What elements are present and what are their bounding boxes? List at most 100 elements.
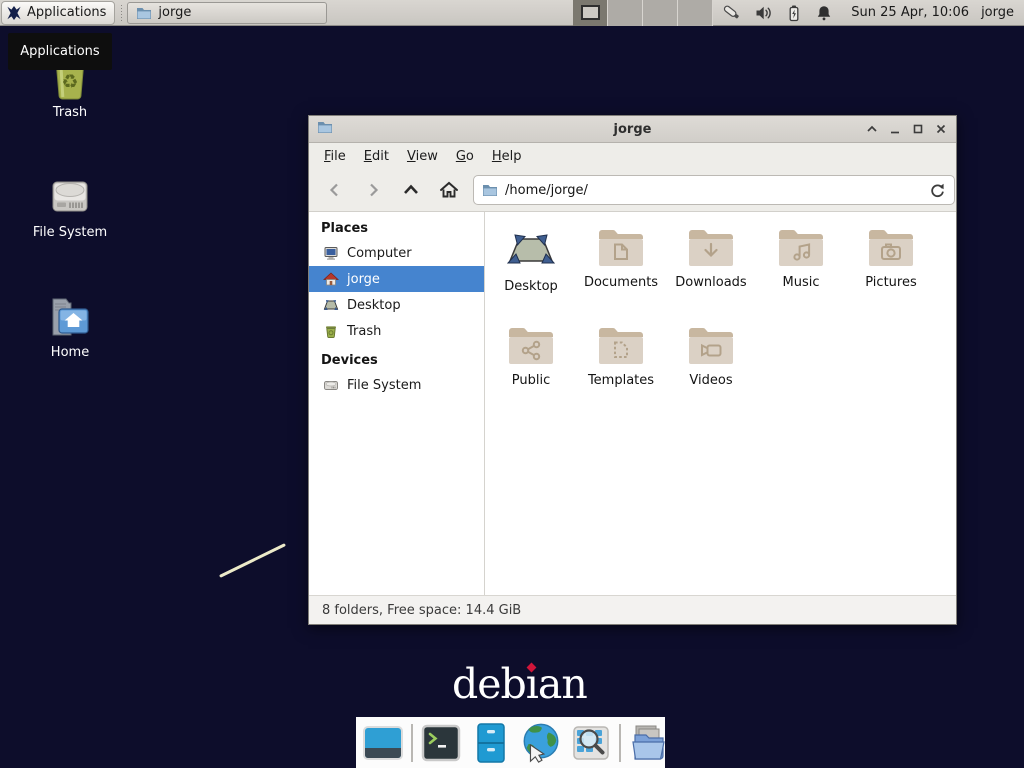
applications-menu-button[interactable]: Applications <box>1 1 115 25</box>
folder-item-videos[interactable]: Videos <box>666 322 756 420</box>
workspace-4[interactable] <box>678 0 713 26</box>
file-manager-launcher[interactable] <box>469 721 513 765</box>
debian-logo-text: an <box>538 660 587 708</box>
sidebar-item-computer[interactable]: Computer <box>309 240 484 266</box>
file-manager-window: jorge File Edit View Go Help <box>308 115 957 625</box>
menu-view[interactable]: View <box>398 146 447 167</box>
menu-go[interactable]: Go <box>447 146 483 167</box>
downloads-folder-icon <box>687 226 735 270</box>
window-title: jorge <box>309 122 956 137</box>
volume-tray-icon[interactable] <box>755 4 773 22</box>
close-button[interactable] <box>934 121 948 137</box>
menu-help[interactable]: Help <box>483 146 531 167</box>
home-folder-icon <box>46 292 94 342</box>
reload-button[interactable] <box>929 182 946 199</box>
menu-edit[interactable]: Edit <box>355 146 398 167</box>
top-panel: Applications jorge <box>0 0 1024 26</box>
devices-header: Devices <box>309 350 484 372</box>
desktop-icon-home[interactable]: Home <box>22 292 118 360</box>
applications-tooltip: Applications <box>8 33 112 70</box>
location-bar[interactable]: /home/jorge/ <box>473 175 955 205</box>
show-desktop-icon <box>361 721 405 765</box>
desktop-icon-label: Trash <box>22 105 118 120</box>
battery-tray-icon[interactable] <box>785 4 803 22</box>
folder-item-label: Documents <box>576 275 666 290</box>
desktop-icon-file-system[interactable]: File System <box>22 172 118 240</box>
show-desktop-button[interactable] <box>361 721 405 765</box>
menu-file[interactable]: File <box>315 146 355 167</box>
pen-tool-tray-icon[interactable] <box>721 3 743 23</box>
debian-logo: debıan <box>452 660 587 708</box>
folder-item-templates[interactable]: Templates <box>576 322 666 420</box>
folder-item-downloads[interactable]: Downloads <box>666 224 756 322</box>
taskbar-window-label: jorge <box>158 5 191 20</box>
status-bar: 8 folders, Free space: 14.4 GiB <box>309 595 956 624</box>
home-button[interactable] <box>435 176 463 204</box>
window-controls <box>865 121 948 137</box>
desktop-icon <box>323 297 339 313</box>
documents-folder-icon <box>597 226 645 270</box>
menu-bar: File Edit View Go Help <box>309 143 956 169</box>
file-grid: Desktop Documents <box>485 212 956 595</box>
folder-item-label: Pictures <box>846 275 936 290</box>
location-path[interactable]: /home/jorge/ <box>505 183 929 198</box>
folder-icon <box>482 182 498 198</box>
status-text: 8 folders, Free space: 14.4 GiB <box>322 603 521 618</box>
computer-icon <box>323 245 339 261</box>
folder-item-public[interactable]: Public <box>486 322 576 420</box>
folder-item-label: Templates <box>576 373 666 388</box>
folder-item-label: Public <box>486 373 576 388</box>
notifications-bell-tray-icon[interactable] <box>815 4 833 22</box>
sidebar-item-jorge[interactable]: jorge <box>309 266 484 292</box>
sidebar-item-label: jorge <box>347 272 380 287</box>
sidebar-item-label: File System <box>347 378 421 393</box>
folder-item-desktop[interactable]: Desktop <box>486 224 576 322</box>
side-pane: Places Computer jorge <box>309 212 485 595</box>
applications-tooltip-text: Applications <box>20 44 99 59</box>
titlebar[interactable]: jorge <box>309 116 956 143</box>
workspace-3[interactable] <box>643 0 678 26</box>
back-button[interactable] <box>321 176 349 204</box>
username-indicator: jorge <box>981 5 1014 20</box>
desktop-icon-label: File System <box>22 225 118 240</box>
hard-drive-icon <box>323 377 339 393</box>
sidebar-item-trash[interactable]: Trash <box>309 318 484 344</box>
web-browser-launcher[interactable] <box>519 721 563 765</box>
maximize-button[interactable] <box>911 121 925 137</box>
sidebar-item-label: Computer <box>347 246 412 261</box>
folder-item-pictures[interactable]: Pictures <box>846 224 936 322</box>
terminal-launcher[interactable] <box>419 721 463 765</box>
app-finder-launcher[interactable] <box>569 721 613 765</box>
desktop-icon-label: Home <box>22 345 118 360</box>
music-folder-icon <box>777 226 825 270</box>
taskbar-window-button[interactable]: jorge <box>127 2 327 24</box>
toolbar: /home/jorge/ <box>309 169 956 212</box>
folder-item-label: Desktop <box>486 279 576 294</box>
minimize-button[interactable] <box>888 121 902 137</box>
sidebar-item-desktop[interactable]: Desktop <box>309 292 484 318</box>
desktop-special-icon <box>507 226 555 274</box>
places-header: Places <box>309 218 484 240</box>
shade-button[interactable] <box>865 121 879 137</box>
system-tray <box>721 3 833 23</box>
folder-item-label: Videos <box>666 373 756 388</box>
workspace-2[interactable] <box>608 0 643 26</box>
folder-item-music[interactable]: Music <box>756 224 846 322</box>
debian-logo-text: deb <box>452 660 526 708</box>
workspace-window-preview <box>581 5 600 20</box>
svg-text:♻: ♻ <box>61 71 78 93</box>
clock[interactable]: Sun 25 Apr, 10:06 <box>851 5 969 20</box>
application-finder-icon <box>569 721 613 765</box>
workspace-1[interactable] <box>573 0 608 26</box>
dock-separator <box>619 724 621 762</box>
sidebar-item-label: Desktop <box>347 298 401 313</box>
public-folder-icon <box>507 324 555 368</box>
file-cabinet-icon <box>469 721 513 765</box>
directory-menu-button[interactable] <box>627 721 671 765</box>
applications-menu-label: Applications <box>27 5 106 20</box>
folder-item-documents[interactable]: Documents <box>576 224 666 322</box>
sidebar-item-file-system[interactable]: File System <box>309 372 484 398</box>
forward-button[interactable] <box>359 176 387 204</box>
up-button[interactable] <box>397 176 425 204</box>
trash-icon <box>323 323 339 339</box>
